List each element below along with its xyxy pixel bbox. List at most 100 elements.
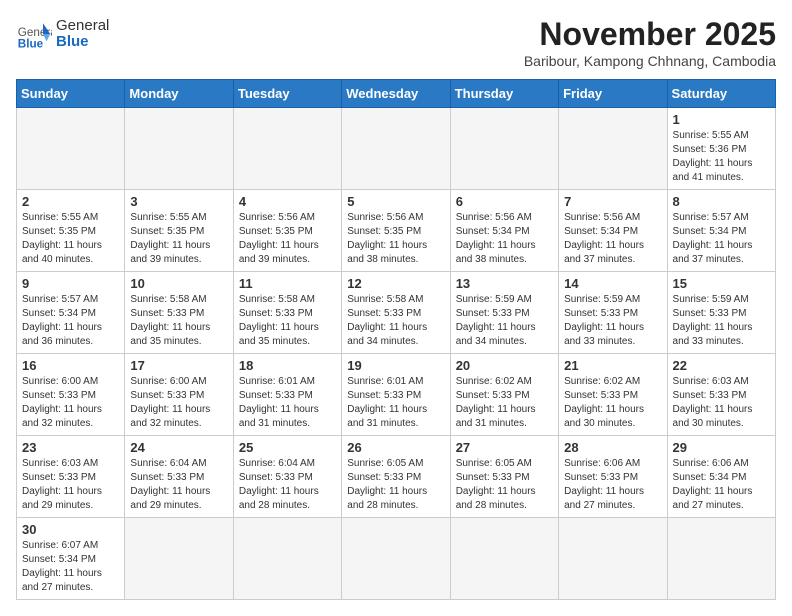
day-info: Sunrise: 6:04 AMSunset: 5:33 PMDaylight:… <box>130 457 227 513</box>
calendar-day-cell: 11 Sunrise: 5:58 AMSunset: 5:33 PMDayligh… <box>233 272 341 354</box>
weekday-header-monday: Monday <box>125 80 233 108</box>
calendar-week-row: 16 Sunrise: 6:00 AMSunset: 5:33 PMDayligh… <box>17 354 776 436</box>
day-info: Sunrise: 6:02 AMSunset: 5:33 PMDaylight:… <box>456 375 553 431</box>
calendar-day-cell <box>667 518 775 600</box>
day-number: 17 <box>130 358 227 373</box>
calendar-day-cell <box>342 108 450 190</box>
day-info: Sunrise: 6:03 AMSunset: 5:33 PMDaylight:… <box>673 375 770 431</box>
day-info: Sunrise: 5:55 AMSunset: 5:35 PMDaylight:… <box>22 211 119 267</box>
day-info: Sunrise: 6:06 AMSunset: 5:33 PMDaylight:… <box>564 457 661 513</box>
calendar-day-cell: 22 Sunrise: 6:03 AMSunset: 5:33 PMDayligh… <box>667 354 775 436</box>
logo-text: General Blue <box>56 18 109 51</box>
weekday-header-friday: Friday <box>559 80 667 108</box>
calendar-day-cell: 20 Sunrise: 6:02 AMSunset: 5:33 PMDayligh… <box>450 354 558 436</box>
day-number: 7 <box>564 194 661 209</box>
day-number: 14 <box>564 276 661 291</box>
day-info: Sunrise: 5:56 AMSunset: 5:35 PMDaylight:… <box>347 211 444 267</box>
day-number: 20 <box>456 358 553 373</box>
calendar-day-cell: 19 Sunrise: 6:01 AMSunset: 5:33 PMDayligh… <box>342 354 450 436</box>
day-info: Sunrise: 5:59 AMSunset: 5:33 PMDaylight:… <box>673 293 770 349</box>
day-info: Sunrise: 5:59 AMSunset: 5:33 PMDaylight:… <box>456 293 553 349</box>
calendar-day-cell <box>559 108 667 190</box>
day-number: 29 <box>673 440 770 455</box>
day-info: Sunrise: 5:56 AMSunset: 5:35 PMDaylight:… <box>239 211 336 267</box>
calendar-day-cell: 30 Sunrise: 6:07 AMSunset: 5:34 PMDayligh… <box>17 518 125 600</box>
calendar-day-cell: 25 Sunrise: 6:04 AMSunset: 5:33 PMDayligh… <box>233 436 341 518</box>
calendar-day-cell: 29 Sunrise: 6:06 AMSunset: 5:34 PMDayligh… <box>667 436 775 518</box>
day-info: Sunrise: 5:58 AMSunset: 5:33 PMDaylight:… <box>130 293 227 349</box>
day-number: 15 <box>673 276 770 291</box>
calendar-day-cell <box>125 108 233 190</box>
day-info: Sunrise: 5:56 AMSunset: 5:34 PMDaylight:… <box>564 211 661 267</box>
weekday-header-tuesday: Tuesday <box>233 80 341 108</box>
day-number: 18 <box>239 358 336 373</box>
day-number: 21 <box>564 358 661 373</box>
location-subtitle: Baribour, Kampong Chhnang, Cambodia <box>524 53 776 69</box>
day-number: 12 <box>347 276 444 291</box>
calendar-day-cell <box>17 108 125 190</box>
day-number: 13 <box>456 276 553 291</box>
calendar-day-cell <box>450 108 558 190</box>
calendar-day-cell: 3Sunrise: 5:55 AMSunset: 5:35 PMDaylight… <box>125 190 233 272</box>
day-number: 8 <box>673 194 770 209</box>
weekday-header-row: SundayMondayTuesdayWednesdayThursdayFrid… <box>17 80 776 108</box>
calendar-day-cell <box>342 518 450 600</box>
calendar-day-cell: 1Sunrise: 5:55 AMSunset: 5:36 PMDaylight… <box>667 108 775 190</box>
calendar-day-cell <box>559 518 667 600</box>
day-info: Sunrise: 6:05 AMSunset: 5:33 PMDaylight:… <box>347 457 444 513</box>
weekday-header-wednesday: Wednesday <box>342 80 450 108</box>
calendar-day-cell: 8Sunrise: 5:57 AMSunset: 5:34 PMDaylight… <box>667 190 775 272</box>
day-info: Sunrise: 6:00 AMSunset: 5:33 PMDaylight:… <box>22 375 119 431</box>
day-info: Sunrise: 5:59 AMSunset: 5:33 PMDaylight:… <box>564 293 661 349</box>
calendar-day-cell <box>450 518 558 600</box>
calendar-week-row: 30 Sunrise: 6:07 AMSunset: 5:34 PMDayligh… <box>17 518 776 600</box>
weekday-header-sunday: Sunday <box>17 80 125 108</box>
day-info: Sunrise: 6:03 AMSunset: 5:33 PMDaylight:… <box>22 457 119 513</box>
day-number: 22 <box>673 358 770 373</box>
day-number: 19 <box>347 358 444 373</box>
svg-text:Blue: Blue <box>18 38 44 51</box>
calendar-table: SundayMondayTuesdayWednesdayThursdayFrid… <box>16 79 776 600</box>
calendar-day-cell: 12 Sunrise: 5:58 AMSunset: 5:33 PMDayligh… <box>342 272 450 354</box>
weekday-header-saturday: Saturday <box>667 80 775 108</box>
day-info: Sunrise: 5:57 AMSunset: 5:34 PMDaylight:… <box>22 293 119 349</box>
day-number: 28 <box>564 440 661 455</box>
day-info: Sunrise: 5:56 AMSunset: 5:34 PMDaylight:… <box>456 211 553 267</box>
day-info: Sunrise: 5:55 AMSunset: 5:36 PMDaylight:… <box>673 129 770 185</box>
day-info: Sunrise: 6:06 AMSunset: 5:34 PMDaylight:… <box>673 457 770 513</box>
day-info: Sunrise: 5:58 AMSunset: 5:33 PMDaylight:… <box>347 293 444 349</box>
day-number: 30 <box>22 522 119 537</box>
day-number: 16 <box>22 358 119 373</box>
logo-icon: General Blue <box>16 16 52 52</box>
calendar-day-cell: 5 Sunrise: 5:56 AMSunset: 5:35 PMDaylight… <box>342 190 450 272</box>
day-info: Sunrise: 6:01 AMSunset: 5:33 PMDaylight:… <box>239 375 336 431</box>
calendar-day-cell <box>233 518 341 600</box>
day-number: 27 <box>456 440 553 455</box>
weekday-header-thursday: Thursday <box>450 80 558 108</box>
day-number: 24 <box>130 440 227 455</box>
calendar-day-cell <box>233 108 341 190</box>
calendar-day-cell: 2Sunrise: 5:55 AMSunset: 5:35 PMDaylight… <box>17 190 125 272</box>
day-info: Sunrise: 6:01 AMSunset: 5:33 PMDaylight:… <box>347 375 444 431</box>
calendar-day-cell: 4 Sunrise: 5:56 AMSunset: 5:35 PMDaylight… <box>233 190 341 272</box>
day-info: Sunrise: 5:58 AMSunset: 5:33 PMDaylight:… <box>239 293 336 349</box>
day-info: Sunrise: 6:05 AMSunset: 5:33 PMDaylight:… <box>456 457 553 513</box>
calendar-day-cell: 26 Sunrise: 6:05 AMSunset: 5:33 PMDayligh… <box>342 436 450 518</box>
calendar-week-row: 23Sunrise: 6:03 AMSunset: 5:33 PMDayligh… <box>17 436 776 518</box>
day-number: 6 <box>456 194 553 209</box>
calendar-day-cell: 21 Sunrise: 6:02 AMSunset: 5:33 PMDayligh… <box>559 354 667 436</box>
calendar-day-cell: 14 Sunrise: 5:59 AMSunset: 5:33 PMDayligh… <box>559 272 667 354</box>
day-number: 5 <box>347 194 444 209</box>
calendar-day-cell: 7 Sunrise: 5:56 AMSunset: 5:34 PMDaylight… <box>559 190 667 272</box>
page-header: General Blue General Blue November 2025 … <box>16 16 776 69</box>
day-number: 26 <box>347 440 444 455</box>
day-number: 25 <box>239 440 336 455</box>
day-number: 4 <box>239 194 336 209</box>
day-info: Sunrise: 6:00 AMSunset: 5:33 PMDaylight:… <box>130 375 227 431</box>
day-info: Sunrise: 6:07 AMSunset: 5:34 PMDaylight:… <box>22 539 119 595</box>
day-info: Sunrise: 6:02 AMSunset: 5:33 PMDaylight:… <box>564 375 661 431</box>
day-info: Sunrise: 6:04 AMSunset: 5:33 PMDaylight:… <box>239 457 336 513</box>
day-info: Sunrise: 5:55 AMSunset: 5:35 PMDaylight:… <box>130 211 227 267</box>
day-number: 11 <box>239 276 336 291</box>
calendar-day-cell <box>125 518 233 600</box>
